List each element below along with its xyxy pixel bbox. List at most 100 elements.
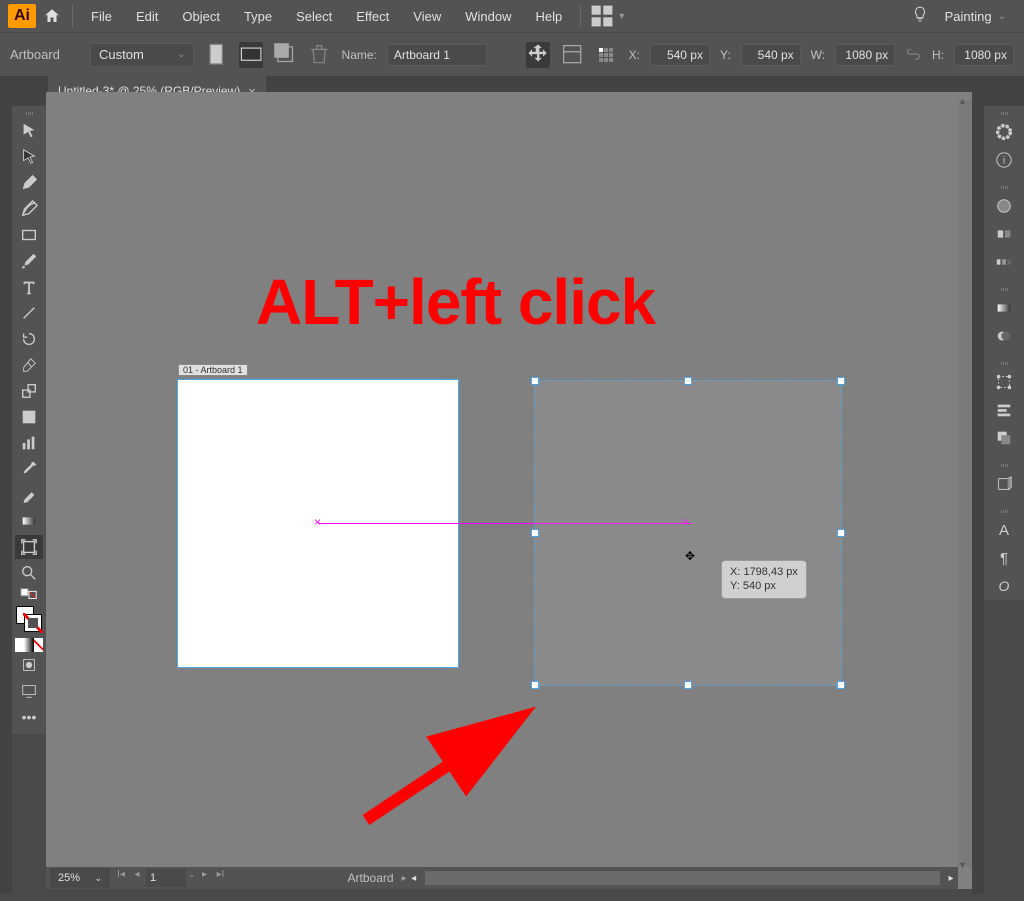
handle-bottom-left[interactable] [531, 681, 539, 689]
draw-mode-icon[interactable] [15, 653, 43, 677]
handle-bottom-right[interactable] [837, 681, 845, 689]
gradient-tool[interactable] [15, 509, 43, 533]
transparency-panel-icon[interactable] [988, 322, 1020, 350]
screen-mode-icon[interactable] [15, 679, 43, 703]
new-artboard-icon[interactable] [273, 42, 297, 68]
right-panel-dock: i A ¶ O [984, 106, 1024, 600]
preset-select[interactable]: Custom⌄ [90, 43, 194, 67]
transform-panel-icon[interactable] [988, 368, 1020, 396]
menu-edit[interactable]: Edit [126, 3, 168, 30]
menu-file[interactable]: File [81, 3, 122, 30]
artboard-nav: I◂ ◂ 1 ⌄ ▸ ▸I [114, 869, 228, 887]
curvature-tool[interactable] [15, 197, 43, 221]
control-bar: Artboard Custom⌄ Name: X: Y: W: H: [0, 32, 1024, 76]
canvas-area[interactable]: 01 - Artboard 1 × × ✥ X: 1798,43 px Y: 5… [46, 92, 972, 889]
zoom-value: 25% [58, 872, 80, 884]
nav-next-icon[interactable]: ▸ [198, 869, 212, 887]
menu-effect[interactable]: Effect [346, 3, 399, 30]
x-input[interactable] [650, 44, 710, 66]
menu-window[interactable]: Window [455, 3, 521, 30]
color-wheel-icon[interactable] [988, 118, 1020, 146]
y-input[interactable] [741, 44, 801, 66]
vertical-scrollbar[interactable] [958, 100, 972, 867]
discover-icon[interactable] [911, 5, 929, 28]
nav-first-icon[interactable]: I◂ [114, 869, 128, 887]
character-panel-icon[interactable]: A [988, 516, 1020, 544]
right-rail [972, 106, 984, 894]
handle-bottom-mid[interactable] [684, 681, 692, 689]
hscroll-right-icon[interactable]: ▸ [944, 873, 958, 884]
opentype-panel-icon[interactable]: O [988, 572, 1020, 600]
move-cursor-icon: ✥ [685, 549, 695, 563]
orientation-landscape-icon[interactable] [239, 42, 263, 68]
asset-export-icon[interactable] [988, 470, 1020, 498]
menu-help[interactable]: Help [525, 3, 572, 30]
eraser-tool[interactable] [15, 353, 43, 377]
info-icon[interactable]: i [988, 146, 1020, 174]
menu-view[interactable]: View [403, 3, 451, 30]
align-panel-icon[interactable] [988, 396, 1020, 424]
menu-select[interactable]: Select [286, 3, 342, 30]
symbol-sprayer-tool[interactable] [15, 483, 43, 507]
status-context: Artboard [348, 871, 394, 885]
artboard-1-label: 01 - Artboard 1 [178, 364, 248, 376]
fill-stroke-swatch[interactable] [16, 606, 42, 632]
nav-prev-icon[interactable]: ◂ [130, 869, 144, 887]
handle-mid-right[interactable] [837, 529, 845, 537]
menu-object[interactable]: Object [172, 3, 230, 30]
direct-selection-tool[interactable] [15, 145, 43, 169]
column-graph-tool[interactable] [15, 431, 43, 455]
link-dimensions-icon[interactable] [905, 48, 922, 62]
w-input[interactable] [835, 44, 895, 66]
home-icon[interactable] [40, 4, 64, 28]
handle-top-left[interactable] [531, 377, 539, 385]
name-field-label: Name: [342, 48, 377, 62]
move-artwork-with-artboard-icon[interactable] [526, 42, 550, 68]
artboard-number[interactable]: 1 [146, 869, 186, 887]
h-input[interactable] [954, 44, 1014, 66]
tools-panel: ••• [12, 106, 46, 734]
zoom-tool[interactable] [15, 561, 43, 585]
artboard-options-icon[interactable] [560, 42, 584, 68]
hscroll-left-icon[interactable]: ◂ [407, 873, 421, 884]
artboard-name-input[interactable] [387, 44, 487, 66]
handle-top-mid[interactable] [684, 377, 692, 385]
arrange-icon[interactable] [589, 3, 615, 29]
type-tool[interactable] [15, 275, 43, 299]
color-panel-icon[interactable] [988, 192, 1020, 220]
tooltip-x: X: 1798,43 px [730, 565, 798, 579]
nav-last-icon[interactable]: ▸I [214, 869, 228, 887]
y-label: Y: [720, 48, 731, 62]
delete-artboard-icon[interactable] [307, 42, 331, 68]
artboard-tool[interactable] [15, 535, 43, 559]
horizontal-scrollbar[interactable] [425, 871, 940, 885]
status-bar: 25%⌄ I◂ ◂ 1 ⌄ ▸ ▸I Artboard ▸ ◂ ▸ [46, 867, 958, 889]
shape-builder-tool[interactable] [15, 405, 43, 429]
handle-mid-left[interactable] [531, 529, 539, 537]
gradient-panel-icon[interactable] [988, 294, 1020, 322]
pathfinder-panel-icon[interactable] [988, 424, 1020, 452]
color-mode-strip[interactable] [15, 638, 43, 652]
orientation-portrait-icon[interactable] [204, 42, 228, 68]
paragraph-panel-icon[interactable]: ¶ [988, 544, 1020, 572]
rotate-tool[interactable] [15, 327, 43, 351]
zoom-select[interactable]: 25%⌄ [50, 868, 110, 888]
selection-tool[interactable] [15, 119, 43, 143]
artboard-duplicate-preview[interactable] [534, 380, 842, 686]
workspace-switcher[interactable]: Painting ⌄ [945, 9, 1006, 24]
app-logo[interactable]: Ai [8, 4, 36, 28]
menu-type[interactable]: Type [234, 3, 282, 30]
swatches-panel-icon[interactable] [988, 220, 1020, 248]
paintbrush-tool[interactable] [15, 249, 43, 273]
color-guide-icon[interactable] [988, 248, 1020, 276]
line-segment-tool[interactable] [15, 301, 43, 325]
pen-tool[interactable] [15, 171, 43, 195]
reference-point-icon[interactable] [594, 42, 618, 68]
fill-stroke-toggle[interactable] [15, 587, 43, 601]
scale-tool[interactable] [15, 379, 43, 403]
eyedropper-tool[interactable] [15, 457, 43, 481]
rectangle-tool[interactable] [15, 223, 43, 247]
edit-toolbar-icon[interactable]: ••• [15, 705, 43, 729]
left-rail [0, 106, 12, 894]
handle-top-right[interactable] [837, 377, 845, 385]
